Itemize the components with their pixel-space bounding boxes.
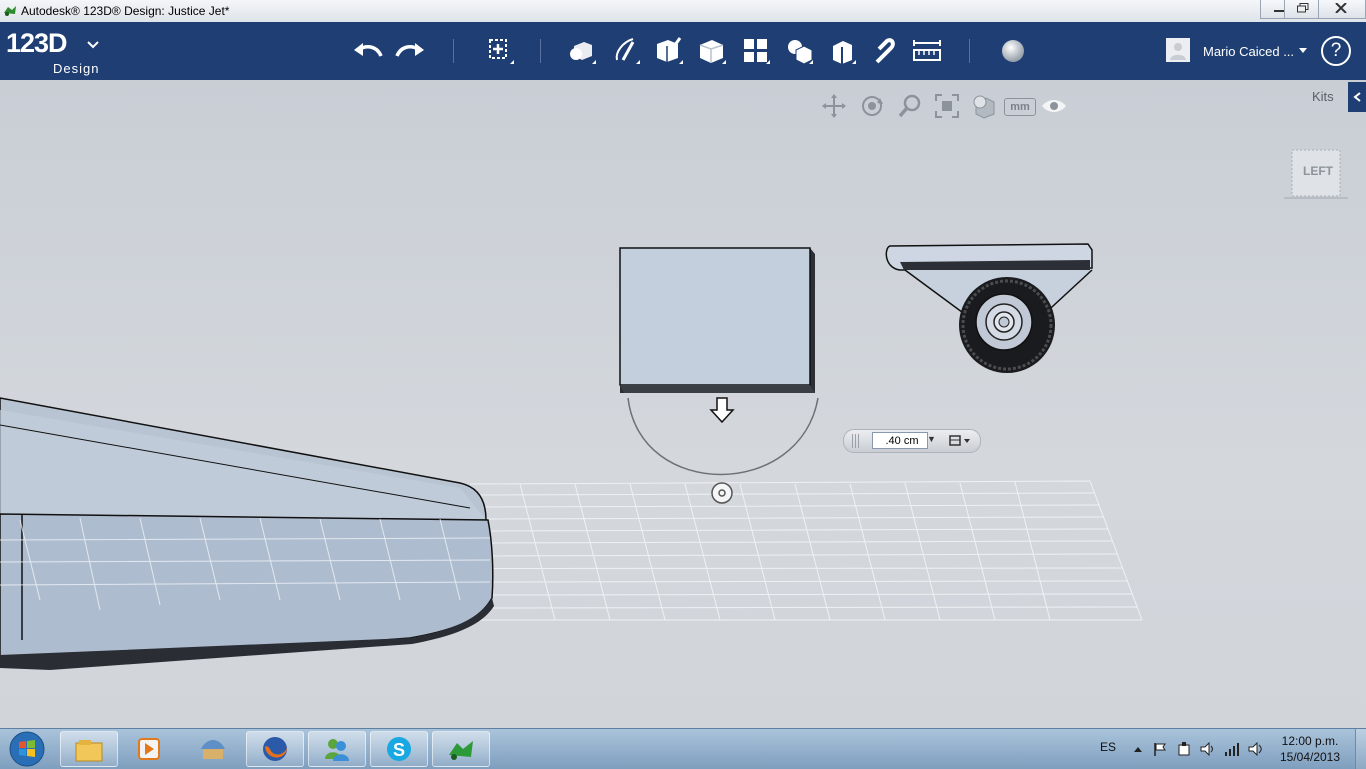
- grouping-icon[interactable]: [782, 34, 816, 68]
- redo-icon[interactable]: [393, 34, 427, 68]
- chevron-left-icon: [1353, 92, 1361, 102]
- units-mm-button[interactable]: mm: [1004, 98, 1036, 116]
- jet-body-model: [0, 397, 494, 670]
- user-name: Mario Caiced ...: [1203, 44, 1295, 59]
- app-icon: [201, 740, 225, 759]
- main-toolbar: 123D Design Mario Caiced ... ?: [0, 22, 1366, 80]
- taskbar-123d-design[interactable]: [432, 731, 490, 767]
- system-clock[interactable]: 12:00 p.m. 15/04/2013: [1276, 733, 1344, 765]
- firefox-icon: [263, 737, 287, 761]
- construct-icon[interactable]: [652, 34, 686, 68]
- safely-remove-hardware-icon[interactable]: [1176, 742, 1192, 756]
- sketch-icon[interactable]: [609, 34, 643, 68]
- zoom-icon[interactable]: [896, 92, 924, 120]
- taskbar-media-player[interactable]: [120, 731, 178, 767]
- orbit-icon[interactable]: [858, 92, 886, 120]
- dimension-input-box: ▼: [843, 429, 981, 453]
- skype-icon: S: [387, 737, 411, 761]
- view-cube[interactable]: LEFT: [1284, 146, 1348, 204]
- network-signal-icon[interactable]: [1224, 742, 1240, 756]
- restore-icon: [1297, 3, 1309, 13]
- combine-icon[interactable]: [825, 34, 859, 68]
- options-icon[interactable]: [947, 433, 973, 448]
- chevron-down-icon: [1299, 48, 1307, 53]
- scene-canvas[interactable]: [0, 80, 1366, 728]
- close-icon: [1335, 3, 1347, 13]
- clock-time: 12:00 p.m.: [1281, 734, 1339, 748]
- primitives-icon[interactable]: [565, 34, 599, 68]
- taskbar-messenger[interactable]: [308, 731, 366, 767]
- help-button[interactable]: ?: [1321, 36, 1351, 66]
- modify-icon[interactable]: [695, 34, 729, 68]
- measure-icon[interactable]: [910, 34, 944, 68]
- transform-icon[interactable]: [483, 34, 517, 68]
- clock-date: 15/04/2013: [1279, 750, 1341, 764]
- view-mode-icon[interactable]: [970, 92, 998, 120]
- selected-box-model: [619, 247, 815, 393]
- fit-icon[interactable]: [933, 92, 961, 120]
- windows-explorer-icon: [75, 740, 103, 762]
- svg-text:S: S: [393, 740, 405, 760]
- snap-icon[interactable]: [868, 34, 902, 68]
- pan-icon[interactable]: [820, 92, 848, 120]
- kits-label[interactable]: Kits: [1312, 89, 1334, 104]
- 3d-viewport[interactable]: mm Kits LEFT ▼: [0, 80, 1366, 728]
- logo-subtext: Design: [53, 61, 100, 76]
- show-desktop-button[interactable]: [1355, 729, 1366, 769]
- toolbar-separator: [969, 39, 970, 63]
- chevron-down-icon: [87, 41, 99, 49]
- chevron-down-icon[interactable]: ▼: [927, 434, 936, 444]
- show-hidden-icons-icon[interactable]: [1130, 742, 1146, 756]
- rotate-handle-icon: [711, 482, 733, 504]
- material-icon[interactable]: [996, 34, 1030, 68]
- undo-icon[interactable]: [351, 34, 385, 68]
- view-cube-face-label: LEFT: [1303, 164, 1333, 178]
- app-icon: [4, 6, 16, 16]
- visibility-eye-icon[interactable]: [1040, 92, 1068, 120]
- 123d-design-icon: [449, 741, 473, 760]
- move-arrow-icon: [709, 397, 735, 424]
- language-indicator[interactable]: ES: [1100, 740, 1116, 754]
- distance-input[interactable]: [872, 432, 928, 449]
- start-button[interactable]: [6, 731, 48, 767]
- avatar: [1166, 38, 1190, 62]
- close-button[interactable]: [1318, 0, 1366, 19]
- media-player-icon: [138, 738, 160, 760]
- windows-taskbar: S ES 12:00 p.m. 15/04/2013: [0, 728, 1366, 769]
- taskbar-explorer[interactable]: [60, 731, 118, 767]
- logo-text: 123D: [6, 28, 68, 58]
- toolbar-separator: [540, 39, 541, 63]
- wheel-assembly-model: [885, 243, 1093, 373]
- app-menu-logo[interactable]: 123D Design: [6, 28, 99, 76]
- window-title: Autodesk® 123D® Design: Justice Jet*: [21, 4, 230, 18]
- pattern-icon[interactable]: [739, 34, 773, 68]
- action-center-flag-icon[interactable]: [1152, 742, 1168, 756]
- speaker-icon[interactable]: [1248, 742, 1264, 756]
- toolbar-separator: [453, 39, 454, 63]
- taskbar-firefox[interactable]: [246, 731, 304, 767]
- volume-icon[interactable]: [1200, 742, 1216, 756]
- taskbar-app[interactable]: [184, 731, 242, 767]
- taskbar-skype[interactable]: S: [370, 731, 428, 767]
- kits-panel-toggle[interactable]: [1348, 82, 1366, 112]
- drag-handle[interactable]: [852, 434, 860, 448]
- title-bar: Autodesk® 123D® Design: Justice Jet*: [0, 0, 1366, 23]
- messenger-icon: [325, 739, 349, 761]
